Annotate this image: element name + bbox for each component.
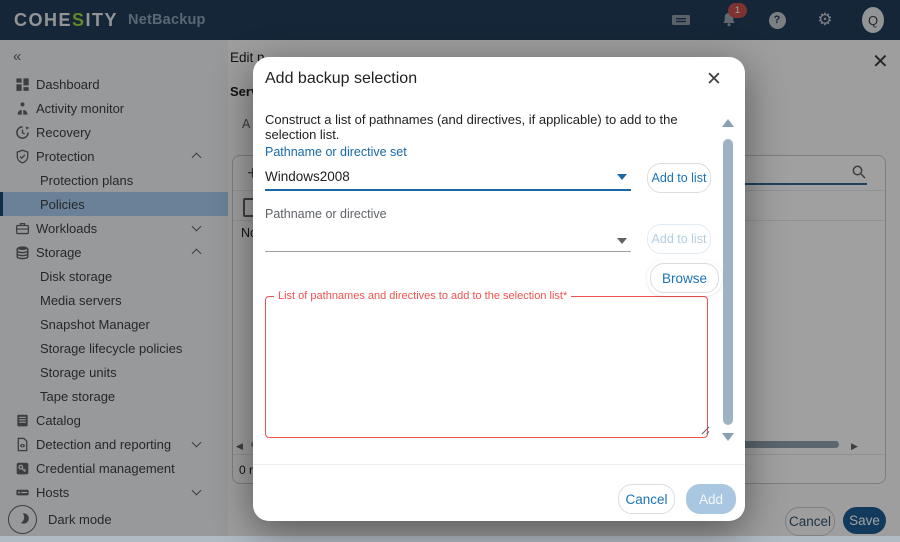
dialog-title: Add backup selection (265, 70, 417, 88)
modal-scrollbar-thumb[interactable] (723, 139, 733, 425)
modal-scroll-up-icon[interactable] (722, 119, 734, 127)
dialog-cancel-button[interactable]: Cancel (618, 484, 675, 514)
bottom-strip (0, 536, 900, 542)
add-to-list-button-pathname: Add to list (647, 224, 711, 254)
dialog-add-button: Add (686, 484, 736, 514)
browse-button[interactable]: Browse (650, 263, 719, 293)
add-to-list-button-set[interactable]: Add to list (647, 163, 711, 193)
dialog-close-icon[interactable]: ✕ (706, 68, 722, 91)
add-backup-selection-dialog: Add backup selection ✕ Construct a list … (253, 57, 745, 521)
pathname-input[interactable] (265, 251, 631, 252)
pathname-set-select[interactable] (265, 189, 631, 191)
dialog-description: Construct a list of pathnames (and direc… (265, 112, 705, 142)
pathname-set-value[interactable]: Windows2008 (265, 169, 350, 184)
selection-list-textarea[interactable]: List of pathnames and directives to add … (265, 290, 708, 438)
footer-divider (253, 464, 745, 465)
pathname-set-dropdown-icon[interactable] (617, 174, 627, 180)
app-window: COHESITY NetBackup 1 ? ⚙ Q « DashboardAc… (0, 0, 900, 542)
pathname-dropdown-icon[interactable] (617, 238, 627, 244)
modal-scroll-down-icon[interactable] (722, 433, 734, 441)
selection-list-legend: List of pathnames and directives to add … (274, 290, 571, 302)
pathname-label: Pathname or directive (265, 207, 387, 221)
pathname-set-label: Pathname or directive set (265, 145, 407, 159)
resize-handle-icon[interactable] (700, 425, 710, 435)
